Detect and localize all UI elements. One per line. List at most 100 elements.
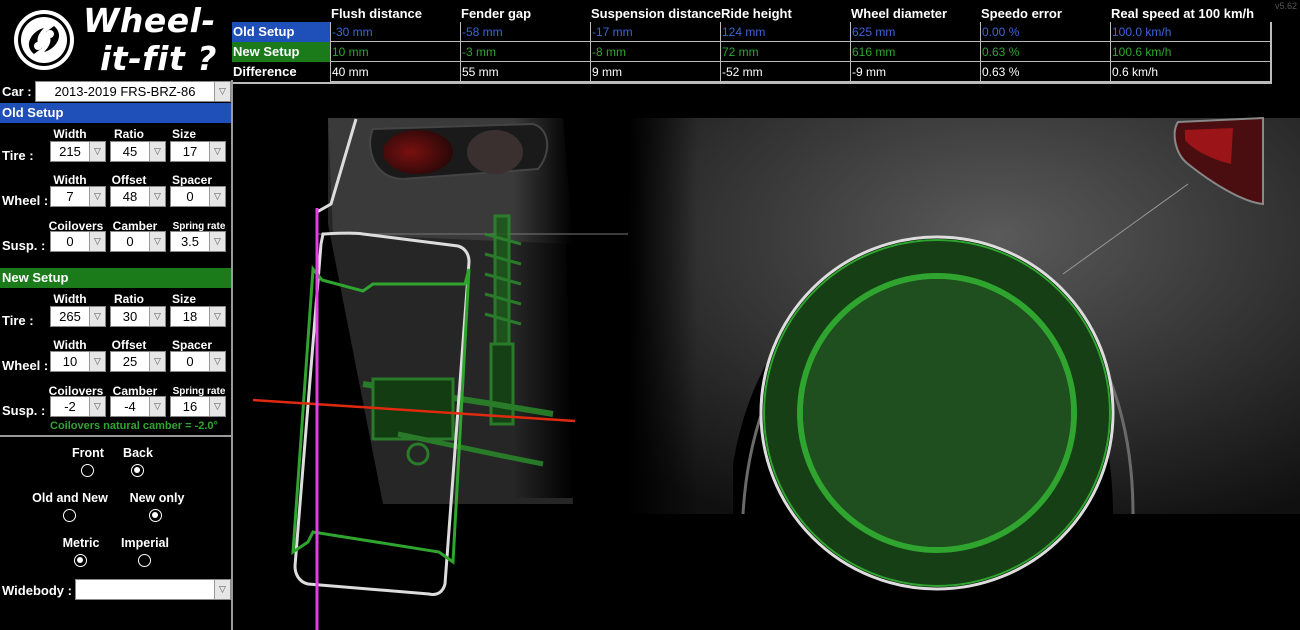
header-flush-distance: Flush distance <box>331 6 423 21</box>
chevron-down-icon: ▽ <box>149 142 165 161</box>
new-tire-width-value: 265 <box>59 309 81 324</box>
chevron-down-icon: ▽ <box>89 187 105 206</box>
old-wheel-width-head: Width <box>53 173 87 187</box>
old-tire-ratio-select[interactable]: 45 ▽ <box>110 141 166 162</box>
old-tire-size-head: Size <box>171 127 196 141</box>
new-tire-size-head: Size <box>171 292 196 306</box>
imperial-option-label: Imperial <box>121 536 169 550</box>
new-coilovers-select[interactable]: -2 ▽ <box>50 396 106 417</box>
old-spring-rate-select[interactable]: 3.5 ▽ <box>170 231 226 252</box>
old-and-new-option-label: Old and New <box>32 491 108 505</box>
new-tire-ratio-head: Ratio <box>114 292 144 306</box>
old-wheel-spacer-head: Spacer <box>171 173 213 187</box>
header-suspension-distance: Suspension distance <box>591 6 722 21</box>
cell-old-suspension: -17 mm <box>590 22 720 42</box>
cell-old-fender: -58 mm <box>460 22 590 42</box>
options-divider <box>0 435 232 437</box>
widebody-select[interactable]: ▽ <box>75 579 231 600</box>
widebody-label: Widebody : <box>2 583 72 598</box>
cell-diff-fender: 55 mm <box>460 62 590 82</box>
chevron-down-icon: ▽ <box>209 187 225 206</box>
row-label-old-setup: Old Setup <box>232 22 330 42</box>
new-spring-rate-value: 16 <box>182 399 198 414</box>
old-and-new-radio[interactable] <box>63 509 76 522</box>
chevron-down-icon: ▽ <box>214 580 230 599</box>
new-setup-header: New Setup <box>0 268 232 288</box>
new-wheel-width-head: Width <box>53 338 87 352</box>
new-wheel-spacer-select[interactable]: 0 ▽ <box>170 351 226 372</box>
new-tire-width-select[interactable]: 265 ▽ <box>50 306 106 327</box>
old-tire-size-value: 17 <box>182 144 198 159</box>
cell-old-flush: -30 mm <box>330 22 460 42</box>
row-label-new-setup: New Setup <box>232 42 330 62</box>
car-select-value: 2013-2019 FRS-BRZ-86 <box>54 84 196 99</box>
cell-diff-flush: 40 mm <box>330 62 460 82</box>
new-wheel-width-select[interactable]: 10 ▽ <box>50 351 106 372</box>
settings-panel: Car : 2013-2019 FRS-BRZ-86 ▽ Old Setup W… <box>0 80 233 630</box>
old-susp-label: Susp. : <box>2 238 46 253</box>
cell-diff-suspension: 9 mm <box>590 62 720 82</box>
front-radio[interactable] <box>81 464 94 477</box>
new-tire-size-value: 18 <box>182 309 198 324</box>
new-tire-ratio-select[interactable]: 30 ▽ <box>110 306 166 327</box>
old-coilovers-select[interactable]: 0 ▽ <box>50 231 106 252</box>
old-tire-width-select[interactable]: 215 ▽ <box>50 141 106 162</box>
chevron-down-icon: ▽ <box>149 232 165 251</box>
old-wheel-width-select[interactable]: 7 ▽ <box>50 186 106 207</box>
new-tire-width-head: Width <box>53 292 87 306</box>
cell-diff-diameter: -9 mm <box>850 62 980 82</box>
back-option-label: Back <box>123 446 153 460</box>
car-select[interactable]: 2013-2019 FRS-BRZ-86 ▽ <box>35 81 231 102</box>
old-wheel-spacer-value: 0 <box>186 189 194 204</box>
new-wheel-label: Wheel : <box>2 358 49 373</box>
results-row-old: Old Setup -30 mm -58 mm -17 mm 124 mm 62… <box>232 22 1272 42</box>
new-coilovers-value: -2 <box>64 399 76 414</box>
new-susp-label: Susp. : <box>2 403 46 418</box>
chevron-down-icon: ▽ <box>209 142 225 161</box>
old-tire-label: Tire : <box>2 148 34 163</box>
old-tire-width-value: 215 <box>59 144 81 159</box>
widebody-select-value <box>76 580 214 599</box>
cell-diff-ride-height: -52 mm <box>720 62 850 82</box>
new-camber-value: -4 <box>124 399 136 414</box>
app-logo: Wheel- it-fit ? <box>0 0 232 80</box>
back-radio[interactable] <box>131 464 144 477</box>
cell-new-ride-height: 72 mm <box>720 42 850 62</box>
imperial-radio[interactable] <box>138 554 151 567</box>
chevron-down-icon: ▽ <box>209 352 225 371</box>
metric-radio[interactable] <box>74 554 87 567</box>
new-only-option-label: New only <box>129 491 185 505</box>
header-speedo-error: Speedo error <box>981 6 1062 21</box>
new-tire-size-select[interactable]: 18 ▽ <box>170 306 226 327</box>
new-spring-rate-select[interactable]: 16 ▽ <box>170 396 226 417</box>
results-row-difference: Difference 40 mm 55 mm 9 mm -52 mm -9 mm… <box>232 62 1272 82</box>
header-real-speed: Real speed at 100 km/h <box>1111 6 1255 21</box>
old-wheel-label: Wheel : <box>2 193 49 208</box>
cell-new-speedo: 0.63 % <box>980 42 1110 62</box>
new-camber-select[interactable]: -4 ▽ <box>110 396 166 417</box>
old-wheel-offset-value: 48 <box>122 189 138 204</box>
logo-badge-icon <box>14 10 74 70</box>
chevron-down-icon: ▽ <box>209 232 225 251</box>
car-label: Car : <box>2 84 32 99</box>
old-tire-ratio-value: 45 <box>122 144 138 159</box>
chevron-down-icon: ▽ <box>149 307 165 326</box>
results-row-new: New Setup 10 mm -3 mm -8 mm 72 mm 616 mm… <box>232 42 1272 62</box>
cell-old-real-speed: 100.0 km/h <box>1110 22 1270 42</box>
chevron-down-icon: ▽ <box>209 307 225 326</box>
new-wheel-spacer-head: Spacer <box>171 338 213 352</box>
new-tire-label: Tire : <box>2 313 34 328</box>
cell-new-flush: 10 mm <box>330 42 460 62</box>
chevron-down-icon: ▽ <box>89 352 105 371</box>
tail-lamp-left-icon <box>369 122 549 181</box>
old-tire-size-select[interactable]: 17 ▽ <box>170 141 226 162</box>
cell-old-diameter: 625 mm <box>850 22 980 42</box>
old-camber-select[interactable]: 0 ▽ <box>110 231 166 252</box>
new-wheel-offset-select[interactable]: 25 ▽ <box>110 351 166 372</box>
cell-old-ride-height: 124 mm <box>720 22 850 42</box>
chevron-down-icon: ▽ <box>149 187 165 206</box>
row-label-difference: Difference <box>233 64 297 79</box>
old-wheel-offset-select[interactable]: 48 ▽ <box>110 186 166 207</box>
old-wheel-spacer-select[interactable]: 0 ▽ <box>170 186 226 207</box>
new-only-radio[interactable] <box>149 509 162 522</box>
